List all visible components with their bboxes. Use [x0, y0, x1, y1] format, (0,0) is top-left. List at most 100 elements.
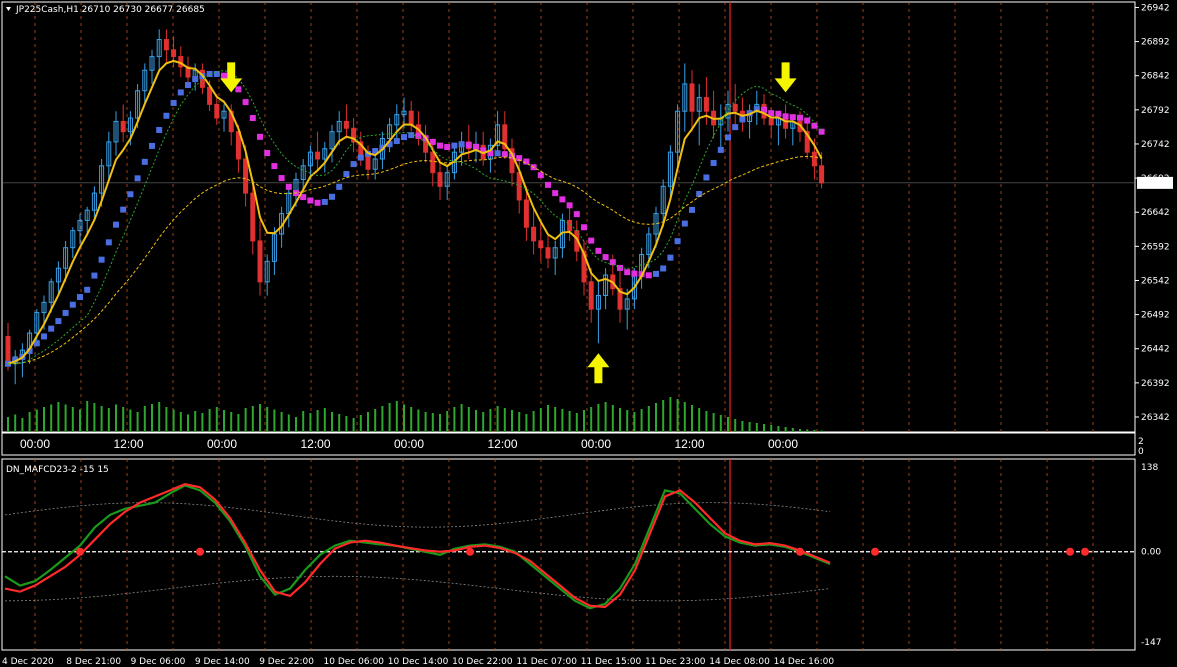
volume-bar	[590, 407, 593, 432]
ma-marker	[710, 159, 717, 166]
ma-marker	[285, 183, 292, 190]
volume-bar	[554, 407, 557, 432]
ma-marker	[185, 82, 191, 89]
signal-dot	[196, 547, 204, 556]
date-label: 10 Dec 14:00	[388, 657, 449, 667]
volume-bar	[359, 415, 362, 432]
ma-marker	[732, 124, 739, 131]
ma-marker	[415, 132, 422, 139]
volume-bar	[331, 412, 333, 432]
volume-bar	[770, 425, 773, 432]
ma-marker	[717, 146, 724, 153]
volume-bar	[187, 414, 189, 432]
osc-tick-label: -147	[1141, 638, 1161, 648]
ma-marker	[242, 99, 249, 106]
ma-marker	[350, 161, 357, 168]
ma-marker	[523, 158, 530, 165]
ma-marker	[113, 221, 119, 228]
volume-bar	[561, 409, 564, 432]
volume-bar	[669, 397, 672, 432]
volume-bar	[100, 406, 103, 432]
candle-body	[588, 281, 594, 310]
ma-marker	[473, 143, 479, 150]
date-label: 9 Dec 22:00	[259, 657, 314, 667]
ma-marker	[559, 196, 566, 203]
date-label: 9 Dec 06:00	[131, 657, 186, 667]
signal-dot	[871, 547, 879, 556]
ma-marker	[91, 272, 98, 279]
date-label: 10 Dec 06:00	[324, 657, 385, 667]
signal-dot	[1081, 547, 1089, 556]
volume-bar	[14, 414, 17, 432]
volume-bar	[626, 410, 629, 432]
ma-marker	[602, 254, 609, 261]
ma-marker	[249, 115, 256, 122]
volume-bar	[763, 424, 765, 432]
volume-bar	[799, 429, 801, 432]
volume-bar	[323, 408, 326, 432]
price-tick-label: 26792	[1141, 106, 1170, 116]
ma-marker	[257, 133, 263, 140]
volume-bar	[43, 407, 45, 432]
volume-bar	[611, 405, 614, 432]
date-label: 10 Dec 22:00	[452, 657, 513, 667]
candle-body	[768, 117, 774, 126]
volume-bar	[287, 414, 290, 432]
ma-marker	[667, 254, 674, 261]
ma-marker	[401, 134, 407, 141]
ma-marker	[775, 110, 782, 117]
signal-dot	[76, 547, 84, 556]
candle-body	[365, 155, 371, 170]
time-label: 12:00	[674, 437, 704, 451]
ma-marker	[689, 206, 695, 213]
ma-marker	[681, 220, 688, 227]
volume-bar	[453, 407, 456, 432]
time-label: 00:00	[394, 437, 424, 451]
volume-bar	[417, 409, 420, 432]
chart-svg[interactable]: 2694226892268422679226742266922664226592…	[0, 0, 1177, 667]
ma-marker	[163, 112, 170, 119]
ma-marker	[739, 116, 746, 123]
volume-bar	[388, 403, 391, 432]
candle-body	[703, 97, 709, 112]
volume-bar	[748, 422, 751, 432]
volume-bar	[136, 412, 139, 432]
volume-bar	[259, 404, 261, 432]
time-label: 12:00	[113, 437, 143, 451]
volume-bar	[374, 409, 377, 432]
price-tick-label: 26342	[1141, 413, 1170, 423]
ma-marker	[631, 270, 638, 277]
ma-marker	[127, 191, 134, 198]
signal-dot	[796, 547, 804, 556]
date-label: 4 Dec 2020	[2, 657, 54, 667]
ma-marker	[134, 175, 141, 182]
volume-bar	[273, 409, 276, 432]
candle-body	[430, 151, 436, 174]
ma-marker	[573, 211, 580, 218]
volume-bar	[539, 408, 542, 432]
volume-bar	[201, 413, 204, 432]
ma-marker	[98, 256, 105, 263]
candle-body	[437, 172, 443, 187]
price-tick-label: 26842	[1141, 72, 1170, 82]
volume-bar	[439, 414, 441, 432]
volume-bar	[820, 430, 823, 432]
candle-body	[120, 120, 126, 133]
volume-bar	[316, 410, 319, 432]
ma-marker	[444, 144, 451, 151]
volume-bar	[345, 416, 348, 432]
ma-marker	[789, 114, 796, 121]
candle-body	[689, 83, 695, 112]
candle-body	[523, 199, 529, 228]
volume-bar	[467, 407, 470, 432]
ma-marker	[451, 142, 458, 149]
volume-bar	[403, 404, 405, 432]
volume-bar	[503, 408, 506, 432]
volume-bar	[482, 412, 485, 432]
candle-body	[207, 86, 213, 105]
ma-marker	[307, 197, 314, 204]
ma-marker	[271, 163, 278, 170]
ma-marker	[55, 318, 62, 325]
time-label: 00:00	[207, 437, 237, 451]
volume-bar	[79, 409, 81, 432]
